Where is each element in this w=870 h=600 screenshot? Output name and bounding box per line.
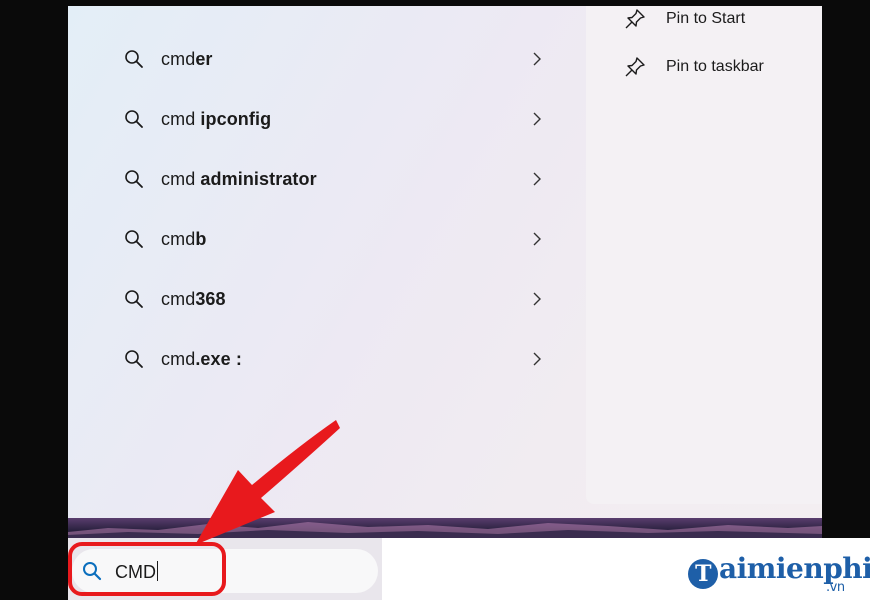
watermark-domain: .vn <box>826 580 845 595</box>
watermark-text: aimienphi <box>719 552 870 585</box>
watermark-logo: Taimienphi .vn <box>688 552 870 595</box>
watermark-initial: T <box>688 559 718 589</box>
red-arrow-annotation <box>195 420 340 545</box>
